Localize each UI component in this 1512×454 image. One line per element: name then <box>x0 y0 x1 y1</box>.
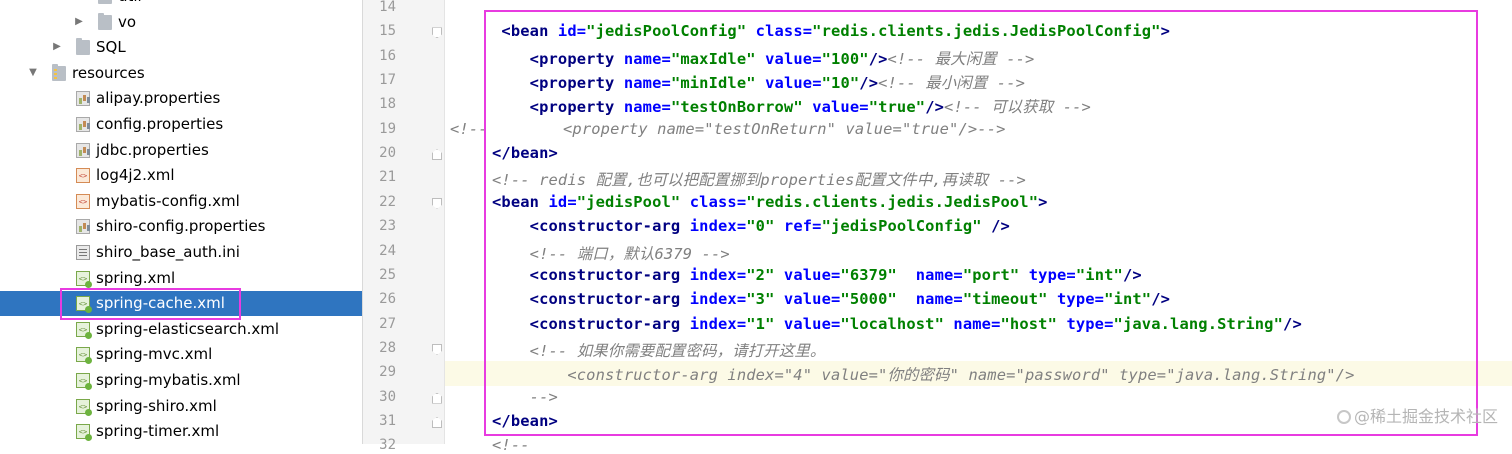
tree-item-label: spring-elasticsearch.xml <box>96 319 280 338</box>
tree-item[interactable]: ▶ util <box>0 0 362 9</box>
line-number: 20 <box>379 145 396 162</box>
tree-item[interactable]: spring-mybatis.xml <box>0 368 362 393</box>
tree-item-label: resources <box>72 63 145 82</box>
resources-folder-icon <box>52 63 66 81</box>
line-number: 19 <box>379 120 396 137</box>
tree-item-label: shiro-config.properties <box>96 217 266 236</box>
line-number: 28 <box>379 339 396 356</box>
line-number: 14 <box>379 0 396 15</box>
line-number: 23 <box>379 218 396 235</box>
ini-file-icon <box>76 245 90 260</box>
properties-file-icon <box>76 219 90 235</box>
tree-item[interactable]: spring-timer.xml <box>0 419 362 444</box>
spring-xml-file-icon <box>76 347 92 365</box>
properties-file-icon <box>76 91 90 107</box>
spring-xml-file-icon <box>76 398 92 416</box>
line-number: 27 <box>379 315 396 332</box>
highlight-box-code <box>484 10 1478 436</box>
folder-icon <box>98 0 112 4</box>
line-number: 24 <box>379 242 396 259</box>
watermark: @稀土掘金技术社区 <box>1336 403 1498 427</box>
chevron-down-icon[interactable]: ▼ <box>28 66 38 80</box>
project-tree-panel[interactable]: ▶ util ▶ vo ▶ SQL ▼ resources alipay.properties c… <box>0 0 363 444</box>
tree-item[interactable]: spring.xml <box>0 266 362 291</box>
spring-xml-file-icon <box>76 270 92 288</box>
tree-item-label: jdbc.properties <box>96 140 209 159</box>
chevron-right-icon[interactable]: ▶ <box>74 15 84 29</box>
line-number: 29 <box>379 364 396 381</box>
spring-xml-file-icon <box>76 424 92 442</box>
line-number: 22 <box>379 193 396 210</box>
xml-file-icon <box>76 168 90 184</box>
xml-file-icon <box>76 193 90 209</box>
properties-file-icon <box>76 142 90 158</box>
tree-item-label: spring-timer.xml <box>96 422 220 441</box>
line-number: 32 <box>379 437 396 454</box>
tree-item-label: mybatis-config.xml <box>96 191 240 210</box>
line-number: 30 <box>379 388 396 405</box>
tree-item-label: log4j2.xml <box>96 166 175 185</box>
tree-item[interactable]: config.properties <box>0 112 362 137</box>
tree-item[interactable]: spring-shiro.xml <box>0 394 362 419</box>
highlight-box-selected-file <box>60 288 241 320</box>
watermark-text: @稀土掘金技术社区 <box>1353 407 1498 426</box>
tree-item[interactable]: ▶ vo <box>0 10 362 35</box>
chevron-right-icon[interactable]: ▶ <box>74 0 84 3</box>
line-number: 26 <box>379 291 396 308</box>
properties-file-icon <box>76 117 90 132</box>
tree-item-label: config.properties <box>96 115 224 133</box>
tree-item[interactable]: ▶ SQL <box>0 35 362 60</box>
line-number: 25 <box>379 266 396 283</box>
spring-xml-file-icon <box>76 373 92 390</box>
tree-item[interactable]: spring-elasticsearch.xml <box>0 317 362 342</box>
line-number: 15 <box>379 23 396 40</box>
tree-item[interactable]: jdbc.properties <box>0 138 362 163</box>
tree-item[interactable]: shiro-config.properties <box>0 214 362 239</box>
tree-item-label: spring.xml <box>96 268 176 287</box>
code-token: <!-- <box>492 436 530 454</box>
line-number: 18 <box>379 96 396 113</box>
tree-item-label: SQL <box>96 38 126 57</box>
tree-item[interactable]: mybatis-config.xml <box>0 189 362 214</box>
tree-item-label: shiro_base_auth.ini <box>96 243 240 261</box>
watermark-logo-icon <box>1336 410 1351 424</box>
tree-item[interactable]: ▼ resources <box>0 61 362 86</box>
spring-xml-file-icon <box>76 321 92 339</box>
tree-item-label: spring-mybatis.xml <box>96 371 241 389</box>
folder-icon <box>98 12 112 30</box>
tree-item[interactable]: shiro_base_auth.ini <box>0 240 362 265</box>
tree-item[interactable]: alipay.properties <box>0 86 362 111</box>
folder-icon <box>76 38 90 56</box>
line-number: 17 <box>379 72 396 89</box>
tree-item[interactable]: log4j2.xml <box>0 163 362 188</box>
line-number: 31 <box>379 412 396 429</box>
tree-item-label: spring-shiro.xml <box>96 396 217 415</box>
tree-item-label: spring-mvc.xml <box>96 345 213 364</box>
tree-item-label: vo <box>118 12 137 31</box>
tree-item-label: util <box>118 0 142 5</box>
tree-item[interactable]: spring-mvc.xml <box>0 342 362 367</box>
line-number: 16 <box>379 47 396 64</box>
chevron-right-icon[interactable]: ▶ <box>52 40 62 54</box>
code-line[interactable]: <!-- <box>492 436 530 454</box>
line-number: 21 <box>379 169 396 186</box>
tree-item-label: alipay.properties <box>96 89 221 108</box>
